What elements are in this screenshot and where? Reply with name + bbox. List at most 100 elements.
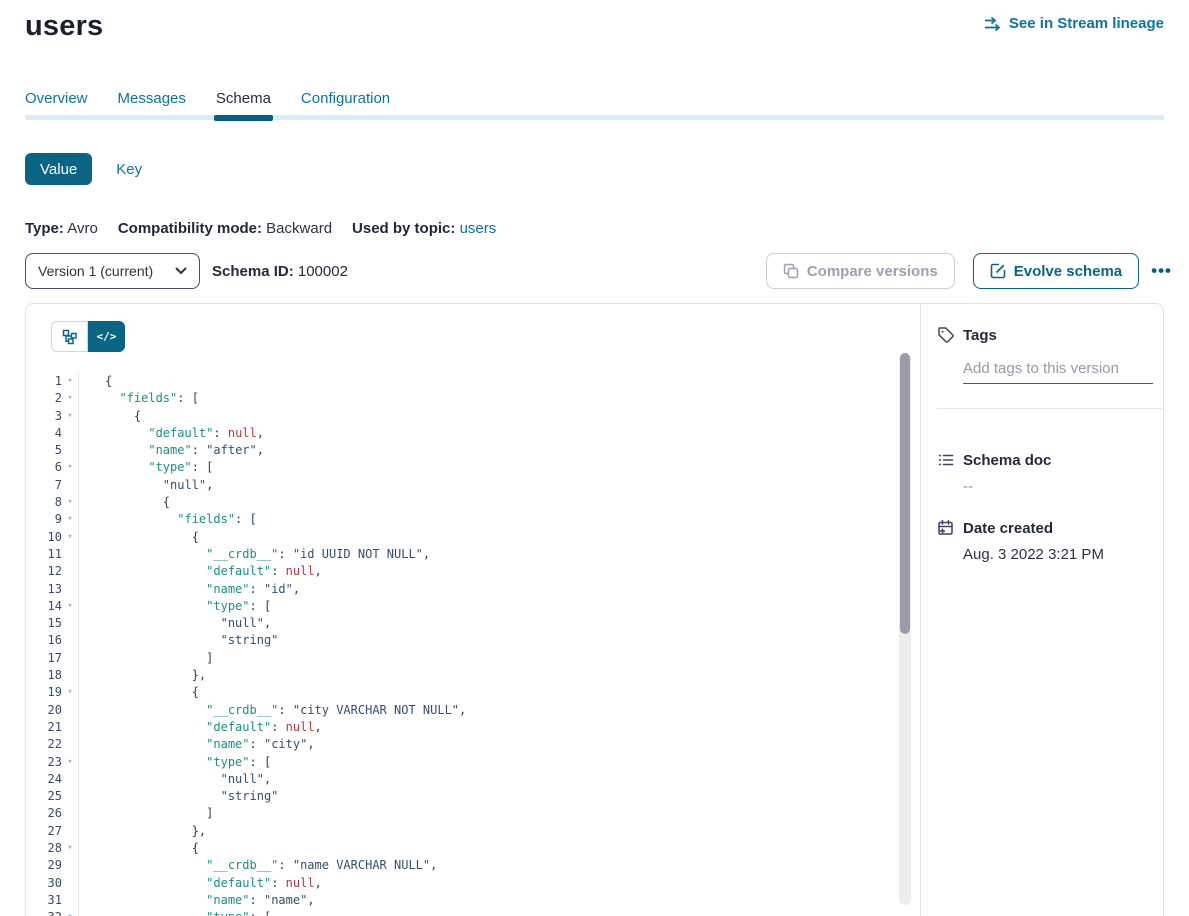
editor-gutter: 10▾ bbox=[26, 529, 79, 546]
fold-spacer bbox=[62, 823, 78, 840]
code-line: 32▾ "type": [ bbox=[26, 909, 920, 916]
stream-lineage-icon bbox=[984, 16, 1002, 32]
topic-link[interactable]: users bbox=[460, 220, 497, 237]
code-line: 21 "default": null, bbox=[26, 719, 920, 736]
schema-doc-section: Schema doc -- bbox=[937, 451, 1151, 495]
editor-gutter: 21 bbox=[26, 719, 79, 736]
editor-gutter: 3▾ bbox=[26, 408, 79, 425]
used-by-topic: Used by topic: users bbox=[352, 220, 496, 237]
code-text: "type": [ bbox=[79, 459, 213, 476]
fold-arrow-icon[interactable]: ▾ bbox=[62, 390, 78, 407]
editor-gutter: 5 bbox=[26, 442, 79, 459]
code-text: "default": null, bbox=[79, 425, 264, 442]
fold-arrow-icon[interactable]: ▾ bbox=[62, 511, 78, 528]
schema-card: </> 1▾{2▾ "fields": [3▾ {4 "default": nu… bbox=[25, 303, 1164, 916]
schema-doc-value: -- bbox=[963, 478, 1151, 495]
schema-type: Type: Avro bbox=[25, 220, 98, 237]
code-line: 14▾ "type": [ bbox=[26, 598, 920, 615]
stream-lineage-label: See in Stream lineage bbox=[1009, 15, 1164, 32]
schema-doc-heading-row: Schema doc bbox=[937, 451, 1151, 469]
fold-arrow-icon[interactable]: ▾ bbox=[62, 373, 78, 390]
code-text: "name": "id", bbox=[79, 581, 300, 598]
tree-view-button[interactable] bbox=[51, 321, 88, 352]
line-number: 19 bbox=[26, 684, 62, 701]
evolve-schema-button[interactable]: Evolve schema bbox=[973, 253, 1139, 289]
code-view-button[interactable]: </> bbox=[88, 321, 125, 352]
fold-arrow-icon[interactable]: ▾ bbox=[62, 840, 78, 857]
fold-spacer bbox=[62, 563, 78, 580]
line-number: 14 bbox=[26, 598, 62, 615]
code-text: { bbox=[79, 684, 199, 701]
line-number: 25 bbox=[26, 788, 62, 805]
line-number: 5 bbox=[26, 442, 62, 459]
editor-gutter: 2▾ bbox=[26, 390, 79, 407]
code-text: "default": null, bbox=[79, 719, 322, 736]
editor-gutter: 30 bbox=[26, 875, 79, 892]
code-line: 20 "__crdb__": "city VARCHAR NOT NULL", bbox=[26, 702, 920, 719]
fold-arrow-icon[interactable]: ▾ bbox=[62, 754, 78, 771]
code-text: "default": null, bbox=[79, 875, 322, 892]
code-line: 22 "name": "city", bbox=[26, 736, 920, 753]
fold-spacer bbox=[62, 892, 78, 909]
code-line: 29 "__crdb__": "name VARCHAR NULL", bbox=[26, 857, 920, 874]
fold-arrow-icon[interactable]: ▾ bbox=[62, 909, 78, 916]
fold-arrow-icon[interactable]: ▾ bbox=[62, 598, 78, 615]
add-tags-input[interactable] bbox=[963, 358, 1153, 384]
line-number: 20 bbox=[26, 702, 62, 719]
schema-sidebar: Tags Schema doc -- bbox=[920, 304, 1163, 916]
line-number: 15 bbox=[26, 615, 62, 632]
more-options-button[interactable]: ••• bbox=[1151, 253, 1172, 289]
code-text: "__crdb__": "city VARCHAR NOT NULL", bbox=[79, 702, 466, 719]
fold-arrow-icon[interactable]: ▾ bbox=[62, 408, 78, 425]
editor-gutter: 15 bbox=[26, 615, 79, 632]
line-number: 29 bbox=[26, 857, 62, 874]
code-line: 11 "__crdb__": "id UUID NOT NULL", bbox=[26, 546, 920, 563]
code-text: "name": "city", bbox=[79, 736, 315, 753]
code-line: 12 "default": null, bbox=[26, 563, 920, 580]
fold-arrow-icon[interactable]: ▾ bbox=[62, 459, 78, 476]
code-text: "null", bbox=[79, 615, 271, 632]
editor-gutter: 28▾ bbox=[26, 840, 79, 857]
stream-lineage-link[interactable]: See in Stream lineage bbox=[984, 15, 1164, 32]
tab-schema[interactable]: Schema bbox=[216, 90, 271, 121]
code-line: 9▾ "fields": [ bbox=[26, 511, 920, 528]
code-text: "fields": [ bbox=[79, 511, 257, 528]
fold-arrow-icon[interactable]: ▾ bbox=[62, 684, 78, 701]
value-toggle-button[interactable]: Value bbox=[25, 153, 92, 185]
compare-versions-label: Compare versions bbox=[807, 263, 938, 280]
version-actions: Compare versions Evolve schema ••• bbox=[766, 253, 1172, 289]
line-number: 23 bbox=[26, 754, 62, 771]
editor-gutter: 17 bbox=[26, 650, 79, 667]
schema-meta-row: Type: Avro Compatibility mode: Backward … bbox=[25, 220, 496, 237]
fold-spacer bbox=[62, 477, 78, 494]
key-toggle-button[interactable]: Key bbox=[116, 161, 142, 178]
compare-versions-button[interactable]: Compare versions bbox=[766, 253, 955, 289]
date-created-value: Aug. 3 2022 3:21 PM bbox=[963, 546, 1151, 563]
editor-scrollbar-track[interactable] bbox=[899, 353, 911, 905]
code-text: "null", bbox=[79, 477, 213, 494]
editor-scrollbar-thumb[interactable] bbox=[900, 353, 910, 634]
fold-spacer bbox=[62, 615, 78, 632]
code-view-icon: </> bbox=[97, 330, 117, 343]
version-select[interactable]: Version 1 (current) bbox=[25, 253, 200, 289]
tree-view-icon bbox=[62, 329, 78, 345]
editor-gutter: 19▾ bbox=[26, 684, 79, 701]
code-text: { bbox=[79, 408, 141, 425]
fold-arrow-icon[interactable]: ▾ bbox=[62, 494, 78, 511]
line-number: 16 bbox=[26, 632, 62, 649]
line-number: 3 bbox=[26, 408, 62, 425]
date-created-heading: Date created bbox=[963, 520, 1053, 537]
code-line: 15 "null", bbox=[26, 615, 920, 632]
code-text: "null", bbox=[79, 771, 271, 788]
editor-gutter: 8▾ bbox=[26, 494, 79, 511]
schema-doc-heading: Schema doc bbox=[963, 452, 1051, 469]
code-text: "__crdb__": "name VARCHAR NULL", bbox=[79, 857, 437, 874]
edit-icon bbox=[990, 263, 1006, 279]
code-line: 4 "default": null, bbox=[26, 425, 920, 442]
editor-gutter: 25 bbox=[26, 788, 79, 805]
code-text: "type": [ bbox=[79, 598, 271, 615]
editor-gutter: 11 bbox=[26, 546, 79, 563]
fold-arrow-icon[interactable]: ▾ bbox=[62, 529, 78, 546]
line-number: 6 bbox=[26, 459, 62, 476]
line-number: 2 bbox=[26, 390, 62, 407]
